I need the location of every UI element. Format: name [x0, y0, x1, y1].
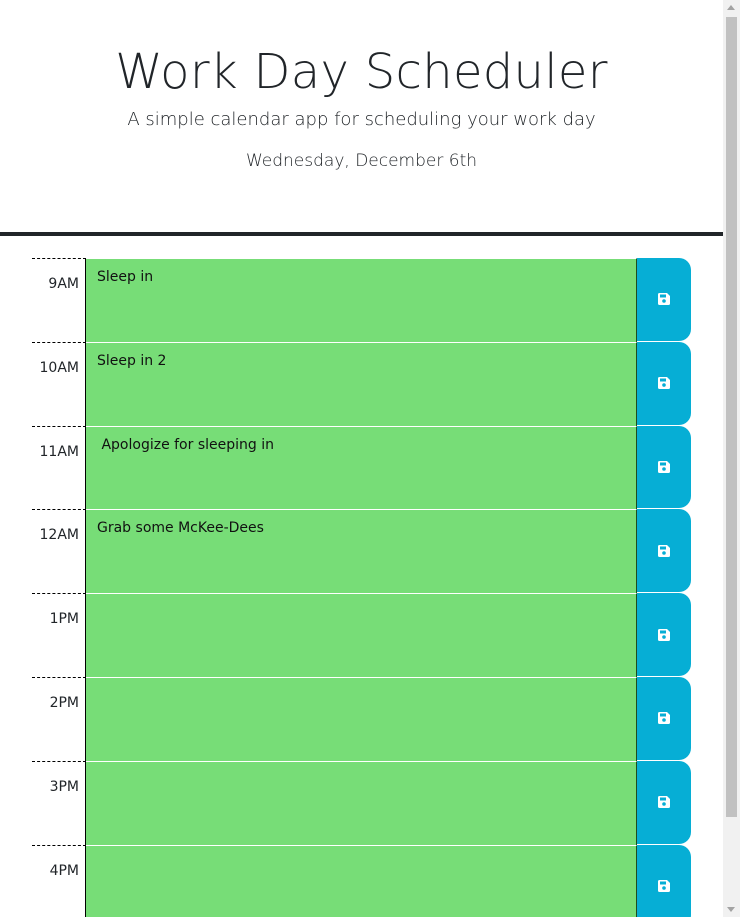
hour-label: 9AM	[32, 258, 86, 342]
hour-label: 3PM	[32, 760, 86, 845]
page-subtitle: A simple calendar app for scheduling you…	[127, 109, 596, 130]
time-block: 10AM Sleep in 2	[32, 341, 691, 426]
floppy-disk-icon	[658, 628, 670, 641]
scroll-up-arrow-icon[interactable]	[727, 5, 735, 10]
event-description-input[interactable]: Sleep in	[86, 258, 637, 342]
time-block: 12AM Grab some McKee-Dees	[32, 509, 691, 594]
time-block: 11AM Apologize for sleeping in	[32, 425, 691, 510]
event-description-input[interactable]	[86, 676, 637, 761]
page: Work Day Scheduler A simple calendar app…	[0, 0, 723, 917]
save-button[interactable]	[637, 676, 691, 760]
scrollbar-thumb[interactable]	[726, 17, 737, 817]
event-description-input[interactable]	[86, 593, 637, 677]
floppy-disk-icon	[658, 712, 670, 725]
hour-label: 1PM	[32, 593, 86, 677]
save-button[interactable]	[637, 760, 691, 844]
time-block: 2PM	[32, 676, 691, 761]
floppy-disk-icon	[658, 377, 670, 390]
floppy-disk-icon	[658, 879, 670, 892]
hour-label: 10AM	[32, 341, 86, 426]
current-day: Wednesday, December 6th	[245, 151, 478, 171]
time-block: 4PM	[32, 844, 691, 917]
floppy-disk-icon	[658, 544, 670, 557]
save-button[interactable]	[637, 509, 691, 593]
hour-label: 2PM	[32, 676, 86, 761]
save-button[interactable]	[637, 844, 691, 917]
time-block: 9AM Sleep in	[32, 258, 691, 342]
event-description-input[interactable]: Apologize for sleeping in	[86, 425, 637, 510]
save-button[interactable]	[637, 341, 691, 425]
page-title: Work Day Scheduler	[115, 44, 608, 100]
floppy-disk-icon	[658, 293, 670, 306]
event-description-input[interactable]	[86, 844, 637, 917]
save-button[interactable]	[637, 593, 691, 676]
time-block: 1PM	[32, 593, 691, 677]
jumbotron-header: Work Day Scheduler A simple calendar app…	[0, 0, 723, 236]
hour-label: 12AM	[32, 509, 86, 594]
floppy-disk-icon	[658, 460, 670, 473]
hour-label: 11AM	[32, 425, 86, 510]
event-description-input[interactable]	[86, 760, 637, 845]
floppy-disk-icon	[658, 796, 670, 809]
time-block-container: 9AM Sleep in 10AM Sleep in 2 11AM Apolog…	[32, 258, 691, 917]
scroll-down-arrow-icon[interactable]	[727, 907, 735, 912]
event-description-input[interactable]: Sleep in 2	[86, 341, 637, 426]
time-block: 3PM	[32, 760, 691, 845]
event-description-input[interactable]: Grab some McKee-Dees	[86, 509, 637, 594]
save-button[interactable]	[637, 425, 691, 509]
hour-label: 4PM	[32, 844, 86, 917]
save-button[interactable]	[637, 258, 691, 341]
vertical-scrollbar[interactable]	[723, 0, 740, 917]
